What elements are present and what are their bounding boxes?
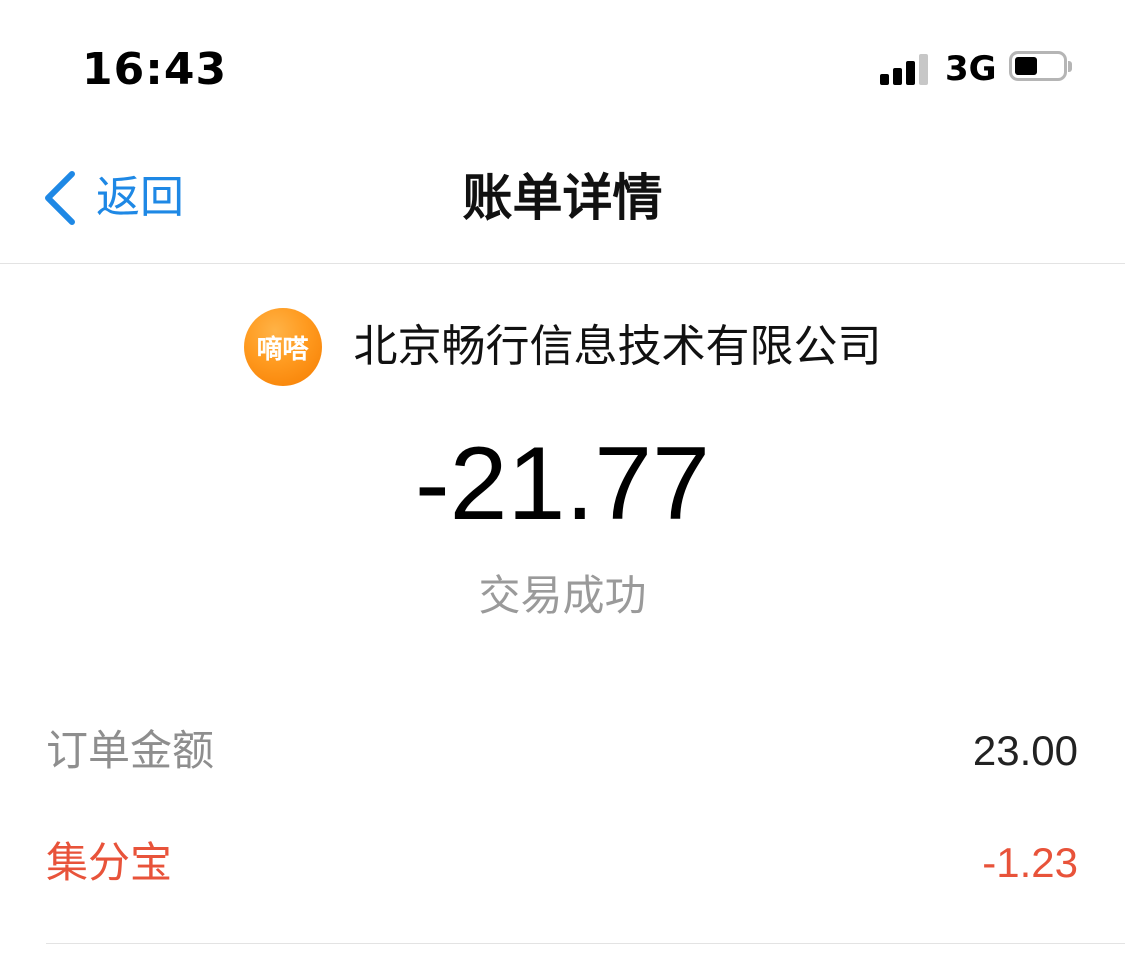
signal-bar <box>919 54 928 85</box>
signal-strength-icon <box>880 53 932 85</box>
signal-bar <box>906 61 915 85</box>
signal-bar <box>880 74 889 85</box>
battery-cap <box>1068 61 1072 72</box>
detail-label: 集分宝 <box>46 838 173 887</box>
detail-row-points: 集分宝 -1.23 <box>46 828 1078 898</box>
status-bar: 16:43 3G <box>0 0 1125 132</box>
merchant-header: 嘀嗒 北京畅行信息技术有限公司 <box>0 306 1125 388</box>
back-button[interactable]: 返回 <box>42 166 184 230</box>
back-label: 返回 <box>96 172 184 223</box>
nav-bar: 账单详情 返回 <box>0 132 1125 264</box>
status-time: 16:43 <box>82 44 228 95</box>
battery-level <box>1015 57 1037 75</box>
chevron-left-icon <box>45 171 75 225</box>
battery-icon <box>1009 51 1072 83</box>
detail-row-order-amount: 订单金额 23.00 <box>46 716 1078 786</box>
signal-bar <box>893 68 902 85</box>
detail-value: -1.23 <box>982 839 1078 886</box>
merchant-name: 北京畅行信息技术有限公司 <box>353 321 882 372</box>
merchant-logo: 嘀嗒 <box>243 308 322 386</box>
detail-label: 订单金额 <box>46 726 215 775</box>
divider <box>46 943 1125 944</box>
network-type: 3G <box>945 49 997 89</box>
transaction-status: 交易成功 <box>478 571 647 620</box>
detail-value: 23.00 <box>972 727 1078 774</box>
transaction-amount: -21.77 <box>415 426 710 542</box>
